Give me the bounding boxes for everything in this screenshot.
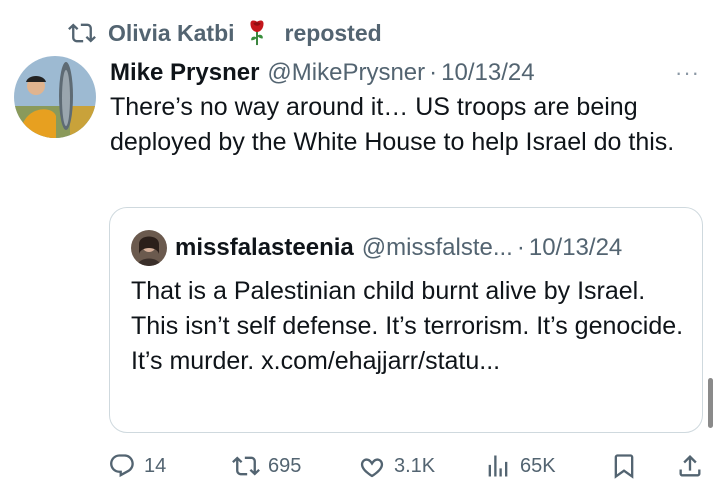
reply-icon — [110, 454, 134, 478]
views-icon — [488, 455, 508, 477]
repost-icon — [232, 456, 260, 476]
quoted-avatar[interactable] — [131, 230, 167, 266]
scrollbar[interactable] — [708, 378, 713, 428]
tweet-date[interactable]: 10/13/24 — [441, 59, 534, 87]
like-icon — [360, 458, 384, 478]
quoted-date[interactable]: 10/13/24 — [529, 234, 622, 262]
repost-label: reposted — [284, 19, 382, 46]
avatar[interactable] — [14, 56, 96, 138]
quoted-author-handle[interactable]: @missfalste... — [362, 234, 513, 262]
repost-banner[interactable]: Olivia Katbi reposted — [68, 18, 382, 48]
separator-dot: · — [516, 234, 525, 261]
more-options-icon[interactable]: ··· — [675, 60, 700, 86]
quoted-text: That is a Palestinian child burnt alive … — [131, 277, 684, 375]
rose-emoji — [243, 18, 273, 48]
share-button[interactable] — [676, 446, 712, 486]
repost-button[interactable]: 695 — [232, 446, 301, 486]
share-icon — [679, 455, 701, 477]
views-button[interactable]: 65K — [484, 446, 556, 486]
views-count: 65K — [520, 454, 556, 477]
author-name[interactable]: Mike Prysner — [110, 59, 259, 87]
like-button[interactable]: 3.1K — [358, 446, 435, 486]
quoted-tweet[interactable]: missfalasteenia @missfalste... · 10/13/2… — [109, 207, 703, 433]
reply-button[interactable]: 14 — [108, 446, 166, 486]
like-count: 3.1K — [394, 454, 436, 477]
action-bar: 14 695 3.1K 65K — [0, 446, 720, 486]
reply-count: 14 — [144, 454, 167, 477]
repost-count: 695 — [268, 454, 302, 477]
quoted-header: missfalasteenia @missfalste... · 10/13/2… — [175, 232, 622, 264]
quoted-author-name[interactable]: missfalasteenia — [175, 234, 354, 262]
repost-user[interactable]: Olivia Katbi — [108, 20, 235, 47]
tweet-header: Mike Prysner @MikePrysner · 10/13/24 — [110, 56, 535, 90]
separator-dot: · — [429, 59, 438, 86]
repost-icon — [68, 23, 96, 43]
bookmark-icon — [614, 454, 634, 479]
tweet-text: There’s no way around it… US troops are … — [110, 93, 675, 156]
author-handle[interactable]: @MikePrysner — [267, 59, 425, 87]
bookmark-button[interactable] — [610, 446, 646, 486]
